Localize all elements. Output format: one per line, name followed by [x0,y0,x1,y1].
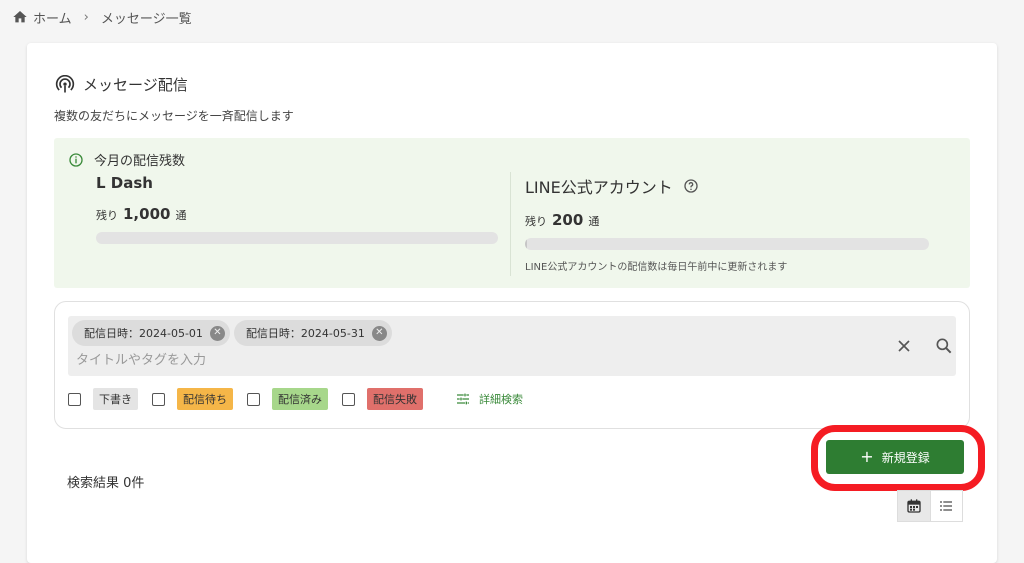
search-box[interactable]: 配信日時：2024-05-01 ✕ 配信日時：2024-05-31 ✕ [68,316,956,376]
filter-chip: 配信日時：2024-05-01 ✕ [72,320,230,346]
new-register-label: 新規登録 [881,450,930,465]
filter-waiting[interactable]: 配信待ち [152,388,233,410]
quota-ldash-remain: 残り 1,000 通 [96,205,498,223]
search-icon[interactable] [934,336,954,356]
remain-unit: 通 [588,215,600,228]
new-register-button[interactable]: + 新規登録 [826,440,964,474]
page-subtitle: 複数の友だちにメッセージを一斉配信します [54,109,294,123]
page-title-text: メッセージ配信 [83,76,188,94]
chip-remove-icon[interactable]: ✕ [371,325,387,341]
advanced-search-button[interactable]: 詳細検索 [455,391,523,407]
quota-ldash-name: L Dash [96,174,153,192]
result-count: 検索結果 0件 [67,476,145,491]
quota-heading-text: 今月の配信残数 [94,154,186,169]
remain-unit: 通 [175,209,187,222]
chevron-right-icon: › [83,9,89,25]
filter-failed-checkbox[interactable] [342,392,355,406]
quota-line-name: LINE公式アカウント [525,178,673,197]
list-view-button[interactable] [929,491,962,521]
chip-label: 配信日時：2024-05-01 [84,327,203,340]
quota-line: LINE公式アカウント 残り 200 通 LINE公式アカウントの配信数は毎日午… [525,174,929,273]
quota-ldash: L Dash 残り 1,000 通 [96,174,498,244]
breadcrumb-home-link[interactable]: ホーム [33,8,72,27]
info-icon [69,152,83,167]
quota-panel: 今月の配信残数 L Dash 残り 1,000 通 LINE公式アカウント 残り… [54,138,970,288]
filter-failed[interactable]: 配信失敗 [342,388,423,410]
status-tag-waiting: 配信待ち [177,388,233,410]
status-tag-done: 配信済み [272,388,328,410]
view-toggle [897,490,963,522]
close-icon[interactable] [894,336,914,356]
quota-divider [510,172,511,276]
status-tag-failed: 配信失敗 [367,388,423,410]
calendar-icon [907,499,921,513]
message-card: メッセージ配信 複数の友だちにメッセージを一斉配信します 今月の配信残数 L D… [27,43,997,563]
filter-waiting-checkbox[interactable] [152,392,165,406]
quota-heading: 今月の配信残数 [68,150,185,169]
breadcrumb-current: メッセージ一覧 [100,11,192,27]
chip-label: 配信日時：2024-05-31 [245,327,365,340]
signal-icon [55,74,75,92]
progress-fill [525,238,528,250]
filter-draft-checkbox[interactable] [68,392,81,406]
list-icon [940,501,953,511]
advanced-search-label: 詳細検索 [479,393,523,406]
home-icon[interactable] [12,9,28,25]
remain-value: 1,000 [123,205,171,223]
quota-line-remain: 残り 200 通 [525,211,929,229]
remain-prefix: 残り [525,215,547,228]
filter-done[interactable]: 配信済み [247,388,328,410]
breadcrumb: ホーム › メッセージ一覧 [12,7,192,27]
plus-icon: + [860,447,874,466]
filter-draft[interactable]: 下書き [68,388,138,410]
search-panel: 配信日時：2024-05-01 ✕ 配信日時：2024-05-31 ✕ 下書き [54,301,970,429]
quota-line-progress [525,238,929,250]
filter-chips: 配信日時：2024-05-01 ✕ 配信日時：2024-05-31 ✕ [72,320,392,346]
help-icon[interactable] [683,178,699,194]
quota-line-note: LINE公式アカウントの配信数は毎日午前中に更新されます [525,262,788,273]
status-tag-draft: 下書き [93,388,138,410]
chip-remove-icon[interactable]: ✕ [209,325,225,341]
remain-value: 200 [552,211,584,229]
filter-done-checkbox[interactable] [247,392,260,406]
page-title: メッセージ配信 [55,74,188,95]
calendar-view-button[interactable] [898,491,930,521]
filter-chip: 配信日時：2024-05-31 ✕ [233,320,392,346]
quota-line-name-row: LINE公式アカウント [525,174,929,198]
tune-icon [457,393,469,405]
quota-ldash-progress [96,232,498,244]
search-input[interactable] [74,349,634,371]
status-filters: 下書き 配信待ち 配信済み 配信失敗 詳細検索 [68,388,523,410]
remain-prefix: 残り [96,209,118,222]
